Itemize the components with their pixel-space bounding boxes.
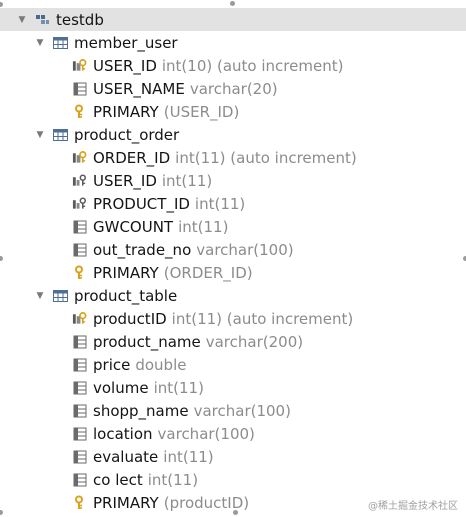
expand-arrow-icon[interactable]: ▼: [35, 291, 45, 301]
truncated-row-top: [0, 0, 120, 5]
column-name: price: [93, 355, 131, 374]
index-name: PRIMARY: [93, 263, 159, 282]
column-name: PRODUCT_ID: [93, 194, 190, 213]
expand-arrow-icon[interactable]: ▼: [17, 15, 27, 25]
tree-node-column[interactable]: out_trade_no varchar(100): [0, 238, 466, 261]
schema-tree[interactable]: ▼ testdb ▼ member_user USER_ID int(10) (auto …: [0, 0, 466, 517]
primary-key-icon: [72, 265, 87, 280]
tree-node-column[interactable]: co lect int(11): [0, 468, 466, 491]
column-icon: [72, 81, 87, 96]
column-icon: [72, 357, 87, 372]
expand-arrow-icon[interactable]: ▼: [35, 130, 45, 140]
watermark: @稀土掘金技术社区: [368, 501, 458, 512]
column-type: int(11) (auto increment): [171, 309, 354, 328]
column-type: int(11): [178, 217, 229, 236]
resize-handle-bottom-center: [233, 510, 238, 515]
primary-key-icon: [72, 104, 87, 119]
index-columns: (USER_ID): [163, 102, 240, 121]
index-name: PRIMARY: [93, 102, 159, 121]
column-type: double: [135, 355, 187, 374]
tree-node-column[interactable]: location varchar(100): [0, 422, 466, 445]
primary-key-column-icon: [72, 150, 87, 165]
column-type: varchar(100): [196, 240, 294, 259]
column-icon: [72, 426, 87, 441]
resize-handle-top-center: [230, 1, 235, 6]
column-name: ORDER_ID: [93, 148, 171, 167]
column-icon: [72, 472, 87, 487]
column-type: int(11) (auto increment): [175, 148, 357, 167]
tree-node-database[interactable]: ▼ testdb: [0, 8, 466, 31]
column-type: int(11): [163, 447, 214, 466]
tree-node-index[interactable]: PRIMARY (USER_ID): [0, 100, 466, 123]
column-name: GWCOUNT: [93, 217, 174, 236]
tree-node-column[interactable]: PRODUCT_ID int(11): [0, 192, 466, 215]
column-name: location: [93, 424, 153, 443]
clipped-icon: [35, 0, 65, 5]
column-name: USER_NAME: [93, 79, 185, 98]
table-label: product_order: [74, 125, 180, 144]
database-icon: [35, 12, 50, 27]
tree-node-column[interactable]: shopp_name varchar(100): [0, 399, 466, 422]
index-columns: (ORDER_ID): [163, 263, 253, 282]
table-icon: [53, 35, 68, 50]
tree-node-column[interactable]: ORDER_ID int(11) (auto increment): [0, 146, 466, 169]
tree-node-column[interactable]: productID int(11) (auto increment): [0, 307, 466, 330]
tree-node-column[interactable]: product_name varchar(200): [0, 330, 466, 353]
tree-node-column[interactable]: volume int(11): [0, 376, 466, 399]
tree-node-index[interactable]: PRIMARY (ORDER_ID): [0, 261, 466, 284]
column-type: varchar(20): [189, 79, 278, 98]
column-name: co lect: [93, 470, 143, 489]
column-icon: [72, 380, 87, 395]
index-columns: (productID): [163, 493, 250, 512]
tree-node-table[interactable]: ▼ member_user: [0, 31, 466, 54]
column-name: productID: [93, 309, 167, 328]
column-type: int(11): [161, 171, 213, 190]
column-type: varchar(200): [205, 332, 304, 351]
column-name: out_trade_no: [93, 240, 192, 259]
tree-node-column[interactable]: evaluate int(11): [0, 445, 466, 468]
column-icon: [72, 449, 87, 464]
column-name: USER_ID: [93, 56, 157, 75]
column-type: varchar(100): [193, 401, 291, 420]
column-name: evaluate: [93, 447, 159, 466]
foreign-key-column-icon: [72, 173, 87, 188]
table-label: product_table: [74, 286, 178, 305]
primary-key-column-icon: [72, 58, 87, 73]
primary-key-column-icon: [72, 311, 87, 326]
column-name: USER_ID: [93, 171, 157, 190]
index-name: PRIMARY: [93, 493, 159, 512]
column-icon: [72, 334, 87, 349]
tree-node-column[interactable]: USER_ID int(11): [0, 169, 466, 192]
table-label: member_user: [74, 33, 178, 52]
tree-node-table[interactable]: ▼ product_order: [0, 123, 466, 146]
column-type: int(11): [153, 378, 204, 397]
column-name: shopp_name: [93, 401, 189, 420]
expand-arrow-icon[interactable]: ▼: [35, 38, 45, 48]
tree-node-table[interactable]: ▼ product_table: [0, 284, 466, 307]
column-name: product_name: [93, 332, 201, 351]
column-icon: [72, 219, 87, 234]
foreign-key-column-icon: [72, 196, 87, 211]
column-type: int(11): [147, 470, 199, 489]
column-type: int(11): [194, 194, 246, 213]
column-name: volume: [93, 378, 149, 397]
table-icon: [53, 288, 68, 303]
tree-node-column[interactable]: GWCOUNT int(11): [0, 215, 466, 238]
column-type: varchar(100): [157, 424, 255, 443]
tree-node-column[interactable]: USER_NAME varchar(20): [0, 77, 466, 100]
column-icon: [72, 242, 87, 257]
tree-node-column[interactable]: price double: [0, 353, 466, 376]
column-icon: [72, 403, 87, 418]
column-type: int(10) (auto increment): [161, 56, 344, 75]
tree-node-column[interactable]: USER_ID int(10) (auto increment): [0, 54, 466, 77]
primary-key-icon: [72, 495, 87, 510]
table-icon: [53, 127, 68, 142]
database-label: testdb: [56, 10, 104, 29]
